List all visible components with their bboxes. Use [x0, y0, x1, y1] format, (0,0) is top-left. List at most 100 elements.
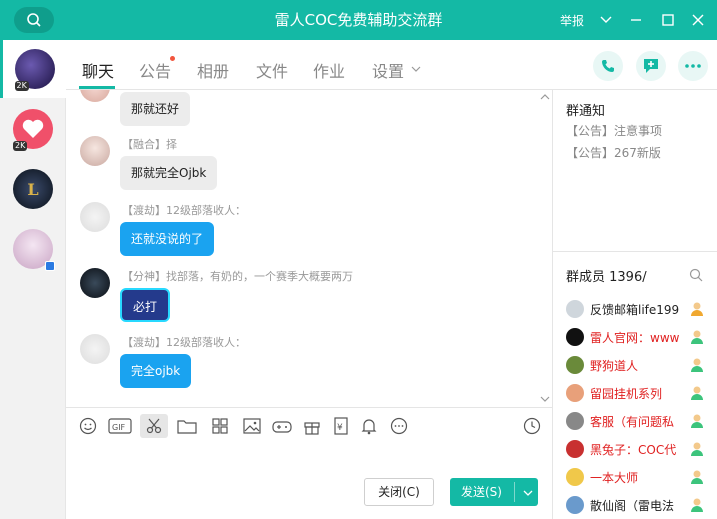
member-name: 野狗道人	[590, 359, 639, 373]
rail-item-coc-group[interactable]: 2K	[0, 40, 66, 98]
sender-avatar[interactable]	[80, 136, 110, 166]
report-button[interactable]: 举报	[560, 12, 584, 29]
group-avatar: 2K	[14, 49, 55, 91]
rail-item-league[interactable]: L	[0, 160, 66, 218]
tab-homework[interactable]: 作业	[313, 58, 345, 82]
call-button[interactable]	[593, 51, 623, 81]
heart-avatar: 2K	[13, 109, 53, 151]
member-item[interactable]: 一本大师	[566, 466, 716, 488]
member-item[interactable]: 野狗道人	[566, 354, 716, 376]
dropdown-chevron-icon[interactable]	[596, 10, 616, 30]
sender-name[interactable]: 【分神】找部落，有奶的，一个赛季大概要两万	[122, 268, 353, 284]
group-side-panel: 群通知 【公告】注意事项 【公告】267新版 群成员 1396/ 反馈邮箱lif…	[552, 90, 717, 519]
member-item[interactable]: 黑兔子：COC代	[566, 438, 716, 460]
member-avatar	[566, 300, 584, 318]
tab-album[interactable]: 相册	[197, 58, 229, 82]
sender-avatar[interactable]	[80, 202, 110, 232]
message-composer[interactable]: GIF ¥ 关闭(C) 发送(S)	[66, 407, 552, 519]
receipt-icon[interactable]: ¥	[331, 416, 351, 436]
member-item[interactable]: 留园挂机系列	[566, 382, 716, 404]
message-bubble: 那就完全Ojbk	[120, 156, 218, 190]
member-search-icon[interactable]	[689, 268, 703, 282]
close-icon[interactable]	[688, 10, 708, 30]
heart-icon	[22, 119, 44, 138]
rail-item-heart[interactable]: 2K	[0, 100, 66, 158]
tab-chat[interactable]: 聊天	[82, 58, 114, 82]
scroll-down-icon[interactable]	[540, 396, 550, 402]
member-item[interactable]: 散仙阁（雷电法	[566, 494, 716, 516]
member-avatar	[566, 384, 584, 402]
admin-role-icon	[691, 330, 703, 344]
admin-role-icon	[691, 442, 703, 456]
active-tab-indicator	[79, 86, 115, 89]
panel-divider	[553, 251, 717, 252]
history-clock-icon[interactable]	[522, 416, 542, 436]
title-bar: 雷人COC免费辅助交流群 举报	[0, 0, 717, 40]
notice-item[interactable]: 【公告】注意事项	[566, 122, 662, 139]
members-title: 群成员 1396/	[566, 270, 647, 285]
chat-scrollbar[interactable]	[539, 92, 551, 404]
rail-item-anime[interactable]	[0, 220, 66, 278]
scroll-up-icon[interactable]	[540, 94, 550, 100]
tab-bar: 聊天 公告 相册 文件 作业 设置	[66, 40, 717, 90]
gif-icon[interactable]: GIF	[108, 416, 132, 436]
device-icon	[45, 261, 55, 271]
admin-role-icon	[691, 498, 703, 512]
anime-avatar	[13, 229, 55, 271]
league-avatar: L	[13, 169, 53, 209]
tab-files[interactable]: 文件	[256, 58, 288, 82]
message-bubble: 那就还好	[120, 92, 191, 126]
gamepad-icon[interactable]	[272, 416, 292, 436]
sender-name[interactable]: 【融合】择	[122, 136, 177, 152]
member-name: 雷人官网：www	[590, 331, 680, 345]
sender-avatar[interactable]	[80, 268, 110, 298]
member-item[interactable]: 反馈邮箱life199	[566, 298, 716, 320]
group-notice-title[interactable]: 群通知	[566, 100, 605, 119]
minimize-icon[interactable]	[626, 10, 646, 30]
member-name: 一本大师	[590, 471, 639, 485]
sender-avatar[interactable]	[80, 334, 110, 364]
member-item[interactable]: 雷人官网：www	[566, 326, 716, 348]
bell-icon[interactable]	[359, 416, 379, 436]
unread-badge: 2K	[13, 141, 28, 151]
svg-text:¥: ¥	[337, 423, 343, 433]
member-avatar	[566, 496, 584, 514]
send-label: 发送(S)	[461, 485, 502, 499]
tab-settings[interactable]: 设置	[372, 58, 404, 82]
admin-role-icon	[691, 414, 703, 428]
notice-item[interactable]: 【公告】267新版	[566, 144, 661, 161]
emoji-icon[interactable]	[78, 416, 98, 436]
member-item[interactable]: 客服（有问题私	[566, 410, 716, 432]
close-button[interactable]: 关闭(C)	[364, 478, 434, 506]
sender-avatar[interactable]	[80, 90, 110, 102]
admin-role-icon	[691, 386, 703, 400]
folder-icon[interactable]	[177, 416, 197, 436]
more-options-button[interactable]	[678, 51, 708, 81]
more-icon[interactable]	[389, 416, 409, 436]
send-options-chevron-icon[interactable]	[518, 478, 538, 506]
sender-name[interactable]: 【渡劫】12级部落收人：	[122, 334, 246, 350]
member-name: 黑兔子：COC代	[590, 443, 677, 457]
add-chat-icon	[644, 59, 658, 73]
member-avatar	[566, 328, 584, 346]
member-avatar	[566, 468, 584, 486]
member-name: 客服（有问题私	[590, 415, 675, 429]
member-name: 反馈邮箱life199	[590, 303, 680, 317]
member-avatar	[566, 440, 584, 458]
new-dot	[170, 56, 175, 61]
message-bubble: 还就没说的了	[120, 222, 215, 256]
settings-chevron-down-icon[interactable]	[411, 66, 421, 72]
maximize-icon[interactable]	[658, 10, 678, 30]
send-button[interactable]: 发送(S)	[450, 478, 538, 506]
sender-name[interactable]: 【渡劫】12级部落收人：	[122, 202, 246, 218]
chat-history[interactable]: 那就还好 【融合】择 那就完全Ojbk 【渡劫】12级部落收人： 还就没说的了 …	[66, 90, 552, 407]
message-bubble: 必打	[120, 288, 171, 322]
scissors-icon[interactable]	[140, 414, 168, 438]
add-message-button[interactable]	[636, 51, 666, 81]
image-icon[interactable]	[242, 416, 262, 436]
doc-icon[interactable]	[210, 416, 230, 436]
gift-icon[interactable]	[302, 416, 322, 436]
more-dots-icon	[685, 64, 701, 68]
tab-announcement[interactable]: 公告	[139, 58, 171, 82]
unread-badge: 2K	[14, 81, 29, 91]
